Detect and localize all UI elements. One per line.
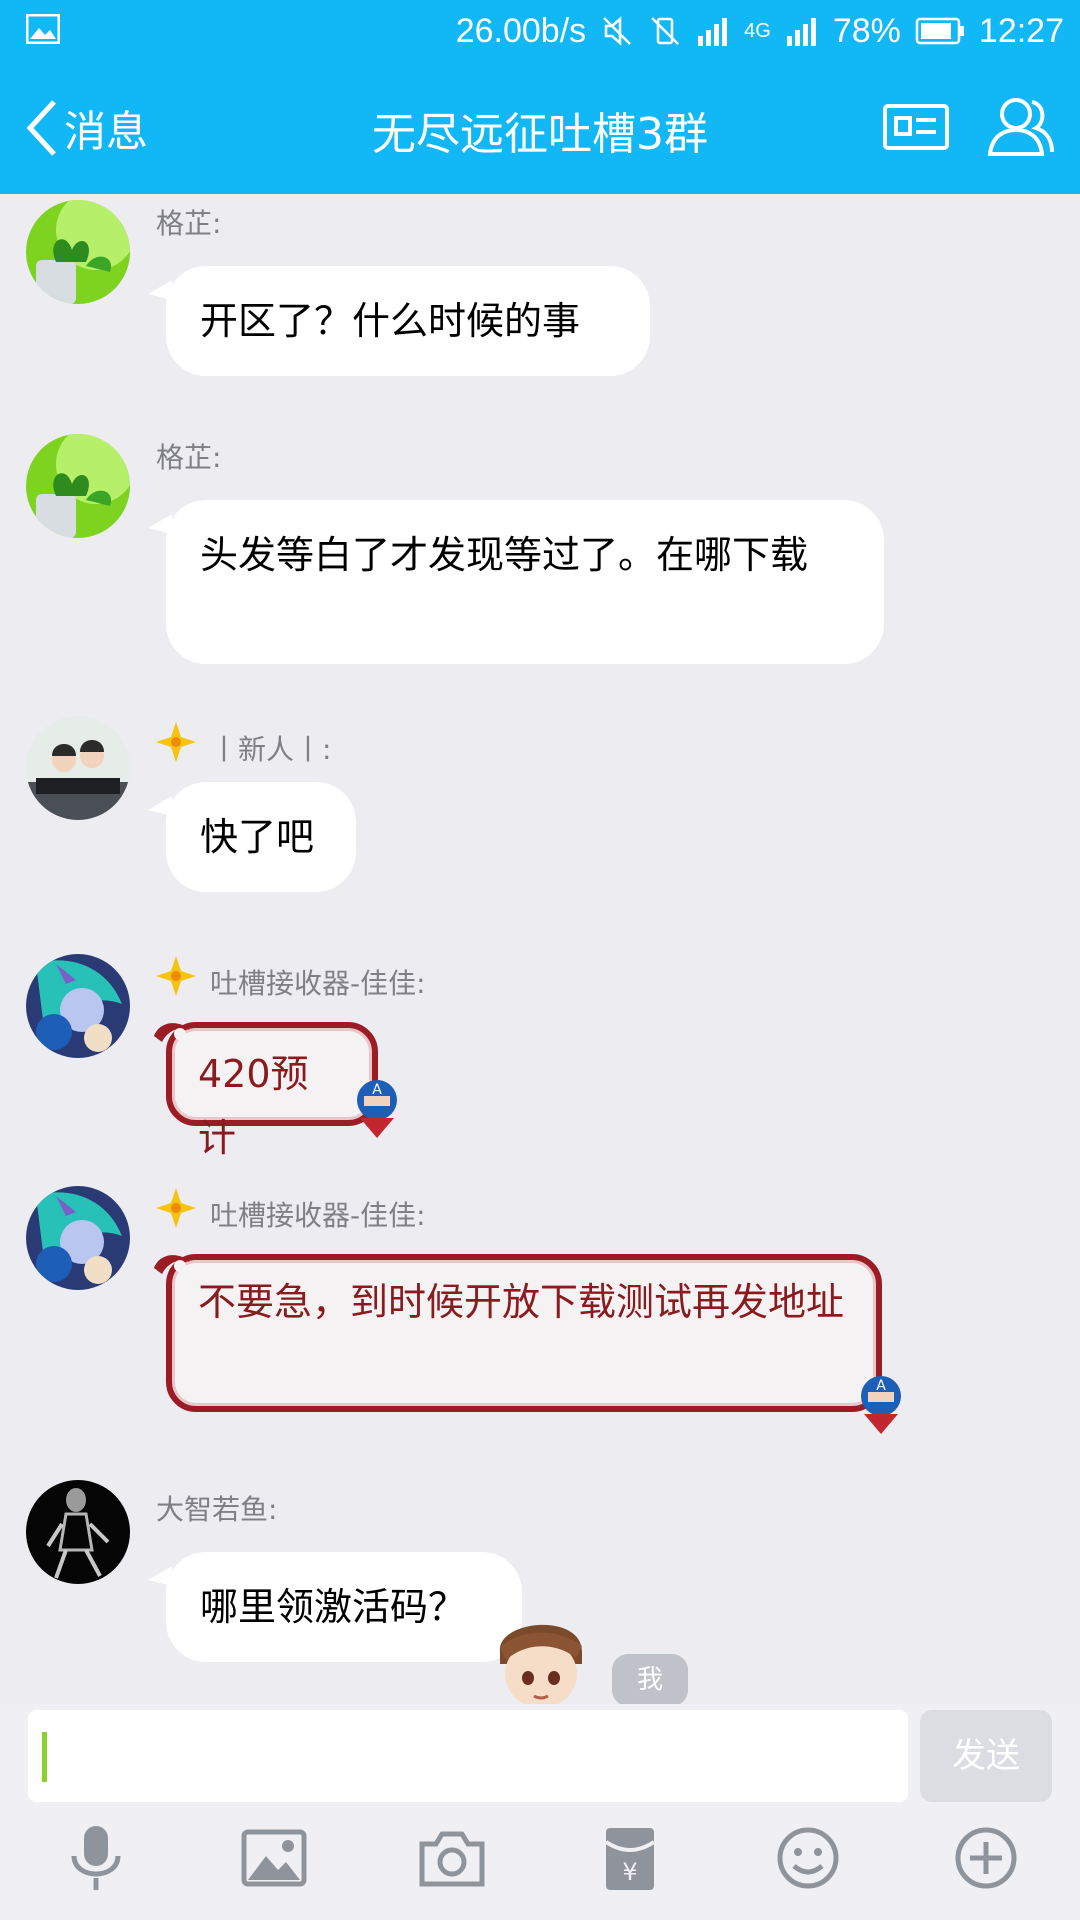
message-list[interactable]: 格芷: 开区了？什么时候的事 格芷: 头发等白了才发现等过了。在哪下载 丨新人丨…	[0, 194, 1080, 1704]
gallery-notification-icon	[26, 14, 60, 44]
mic-icon[interactable]	[60, 1822, 132, 1894]
avatar[interactable]	[26, 1186, 130, 1290]
battery-percent: 78%	[832, 11, 901, 50]
message-text: 不要急，到时候开放下载测试再发地址	[198, 1280, 845, 1324]
message-bubble[interactable]: 哪里领激活码？	[148, 1552, 522, 1662]
network-speed: 26.00b/s	[455, 11, 587, 50]
avatar[interactable]	[26, 200, 130, 304]
star-badge-icon	[156, 722, 196, 762]
group-card-icon[interactable]	[882, 92, 952, 162]
my-avatar-sticker-icon	[499, 1624, 582, 1708]
sender-name: 格芷:	[156, 207, 222, 240]
mute-icon	[603, 16, 632, 46]
avatar[interactable]	[26, 716, 130, 820]
clock: 12:27	[978, 11, 1064, 50]
send-button[interactable]: 发送	[920, 1710, 1052, 1802]
composer-bar: 发送 ¥	[0, 1704, 1080, 1920]
avatar[interactable]	[26, 954, 130, 1058]
svg-text:¥: ¥	[622, 1858, 637, 1886]
text-caret	[42, 1732, 47, 1782]
battery-icon	[915, 17, 964, 45]
plant-avatar-icon	[26, 434, 130, 538]
emoji-icon[interactable]	[772, 1822, 844, 1894]
sender-name: 格芷:	[156, 441, 222, 474]
sender-name: 大智若鱼:	[156, 1493, 278, 1526]
xray-avatar-icon	[26, 1480, 130, 1584]
message-input[interactable]	[28, 1710, 908, 1802]
vibrate-off-icon	[651, 17, 680, 45]
signal-4g-icon	[786, 18, 816, 46]
message-text: 420预计	[198, 1052, 309, 1160]
group-members-icon[interactable]	[986, 92, 1056, 162]
sender-name: 吐槽接收器-佳佳:	[210, 967, 426, 1000]
plant-avatar-icon	[26, 200, 130, 304]
star-badge-icon	[156, 1188, 196, 1228]
camera-icon[interactable]	[416, 1822, 488, 1894]
red-packet-icon[interactable]: ¥	[594, 1822, 666, 1894]
avatar[interactable]	[26, 1480, 130, 1584]
status-bar: 26.00b/s 4G 78% 12:27	[0, 0, 1080, 62]
kids-avatar-icon	[26, 716, 130, 820]
hero-avatar-icon	[26, 954, 130, 1058]
sender-name: 吐槽接收器-佳佳:	[210, 1199, 426, 1232]
avatar[interactable]	[26, 434, 130, 538]
network-type: 4G	[744, 19, 771, 42]
composer-toolbar: ¥	[0, 1822, 1080, 1918]
bubble-curl-icon	[154, 1023, 190, 1042]
message-bubble[interactable]: 不要急，到时候开放下载测试再发地址	[154, 1254, 882, 1412]
message-bubble[interactable]: 开区了？什么时候的事	[148, 266, 650, 376]
signal-icon	[698, 18, 728, 46]
sender-name: 丨新人丨:	[210, 733, 332, 766]
message-bubble[interactable]: 头发等白了才发现等过了。在哪下载	[148, 500, 884, 664]
svg-text:A: A	[876, 1378, 886, 1394]
plus-icon[interactable]	[950, 1822, 1022, 1894]
me-tag[interactable]: 我	[612, 1654, 688, 1706]
captain-sticker-icon: A	[861, 1376, 901, 1434]
bubble-curl-icon	[154, 1255, 190, 1274]
image-icon[interactable]	[238, 1822, 310, 1894]
message-bubble[interactable]: 420预计	[154, 1022, 378, 1160]
chat-header: 消息 无尽远征吐槽3群	[0, 62, 1080, 194]
star-badge-icon	[156, 956, 196, 996]
svg-text:A: A	[372, 1082, 382, 1098]
message-bubble[interactable]: 快了吧	[148, 782, 356, 892]
hero-avatar-icon	[26, 1186, 130, 1290]
captain-sticker-icon: A	[357, 1080, 397, 1138]
